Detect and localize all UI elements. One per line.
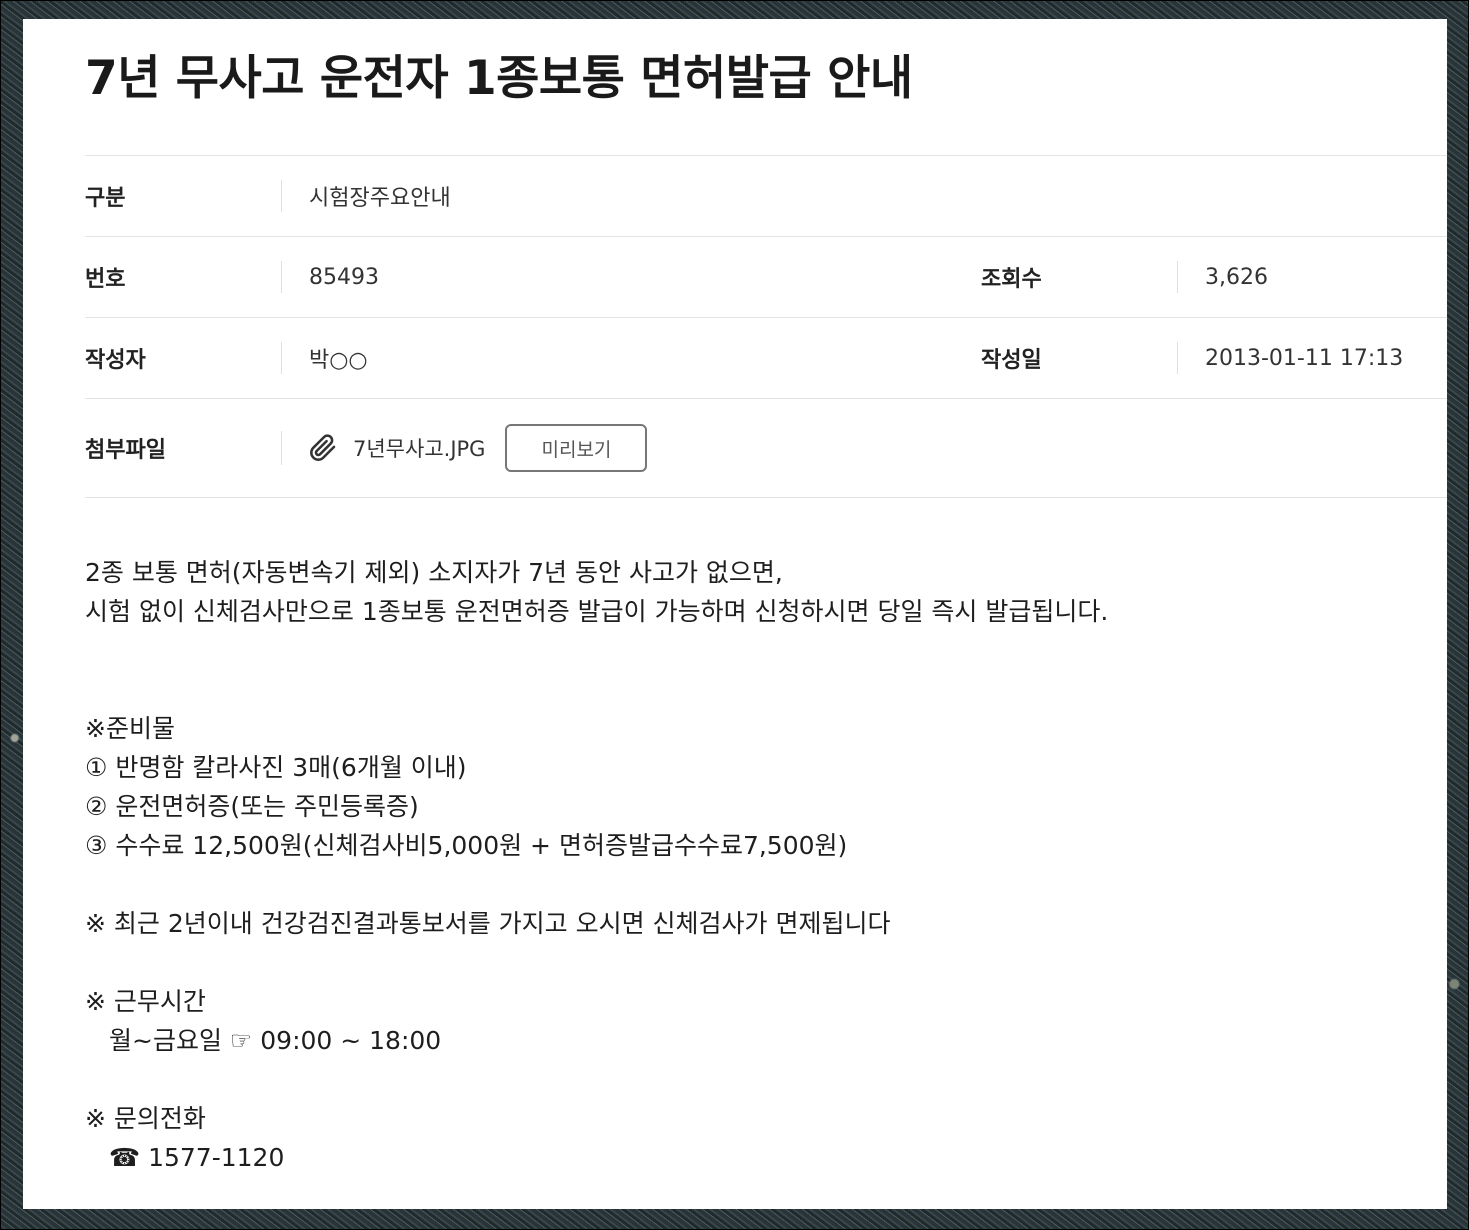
prep-heading: ※준비물 (85, 714, 175, 743)
prep-item: ① 반명함 칼라사진 3매(6개월 이내) (85, 753, 467, 782)
post-body: 2종 보통 면허(자동변속기 제외) 소지자가 7년 동안 사고가 없으면, 시… (85, 553, 1425, 1177)
body-intro-line: 2종 보통 면허(자동변속기 제외) 소지자가 7년 동안 사고가 없으면, (85, 558, 783, 587)
hours-value: 월~금요일 ☞ 09:00 ~ 18:00 (109, 1026, 442, 1055)
column-divider (1177, 261, 1178, 293)
meta-row-number: 번호 85493 조회수 3,626 (85, 237, 1447, 318)
prep-item: ② 운전면허증(또는 주민등록증) (85, 792, 419, 821)
meta-row-category: 구분 시험장주요안내 (85, 156, 1447, 237)
paperclip-icon (309, 433, 337, 463)
page-title: 7년 무사고 운전자 1종보통 면허발급 안내 (85, 51, 913, 106)
number-value: 85493 (309, 264, 379, 290)
attachment-label: 첨부파일 (85, 438, 166, 463)
date-label: 작성일 (981, 348, 1042, 373)
author-value: 박○○ (309, 348, 368, 373)
phone-value: ☎ 1577-1120 (109, 1143, 285, 1172)
views-label: 조회수 (981, 267, 1042, 292)
column-divider (281, 261, 282, 293)
category-label: 구분 (85, 186, 126, 211)
phone-heading: ※ 문의전화 (85, 1104, 206, 1133)
post-detail-card: 7년 무사고 운전자 1종보통 면허발급 안내 구분 시험장주요안내 번호 85… (23, 19, 1447, 1209)
meta-row-author: 작성자 박○○ 작성일 2013-01-11 17:13 (85, 318, 1447, 399)
views-value: 3,626 (1205, 264, 1268, 290)
preview-button[interactable]: 미리보기 (505, 424, 648, 472)
attachment-file-link[interactable]: 7년무사고.JPG (353, 433, 485, 463)
hours-heading: ※ 근무시간 (85, 987, 206, 1016)
column-divider (281, 342, 282, 374)
date-value: 2013-01-11 17:13 (1205, 345, 1404, 371)
prep-item: ③ 수수료 12,500원(신체검사비5,000원 + 면허증발급수수료7,50… (85, 831, 848, 860)
exemption-note: ※ 최근 2년이내 건강검진결과통보서를 가지고 오시면 신체검사가 면제됩니다 (85, 909, 891, 938)
column-divider (1177, 342, 1178, 374)
post-meta-table: 구분 시험장주요안내 번호 85493 조회수 3,626 작성자 박○○ 작성… (85, 155, 1447, 498)
meta-row-attachment: 첨부파일 7년무사고.JPG 미리보기 (85, 399, 1447, 498)
body-intro-line: 시험 없이 신체검사만으로 1종보통 운전면허증 발급이 가능하며 신청하시면 … (85, 597, 1109, 626)
author-label: 작성자 (85, 348, 146, 373)
column-divider (281, 431, 282, 465)
number-label: 번호 (85, 267, 126, 292)
column-divider (281, 180, 282, 212)
attachment-value: 7년무사고.JPG 미리보기 (309, 399, 648, 497)
category-value: 시험장주요안내 (309, 186, 451, 211)
